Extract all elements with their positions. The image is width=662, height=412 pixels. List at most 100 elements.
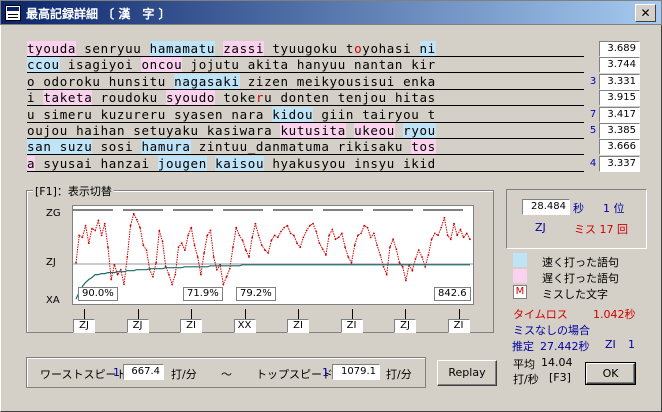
speed-point	[235, 226, 238, 229]
line-speed-value: 3.417	[599, 106, 640, 123]
text-line: a syusai hanzai jougen kaisou hyakusyou …	[27, 155, 436, 172]
y-label-top: ZG	[46, 208, 61, 219]
speed-point	[308, 224, 311, 227]
speed-point	[373, 232, 375, 235]
speed-point	[94, 229, 97, 232]
speed-point	[87, 242, 90, 245]
category-label: ZJ	[73, 319, 95, 333]
line-speed-value: 3.385	[599, 123, 640, 139]
worst-value: 667.4	[123, 364, 164, 380]
speed-point	[382, 265, 385, 268]
close-button[interactable]: ✕	[635, 4, 656, 22]
category-tick	[84, 309, 85, 319]
text-segment: hyakusyou insyu ikid	[264, 155, 436, 171]
pct-label-2: 71.9%	[183, 287, 223, 301]
speed-point	[433, 232, 436, 235]
speed-point	[81, 236, 84, 239]
avg-unit: 打/秒	[513, 373, 539, 386]
speed-point	[158, 229, 161, 232]
worst-unit: 打/分	[171, 368, 197, 381]
speed-point	[180, 242, 183, 245]
text-segment: u simeru kuzureru syasen nara	[27, 106, 273, 122]
timeloss-value: 1.042秒	[593, 308, 636, 321]
best-unit: 打/分	[386, 368, 412, 381]
speed-point	[257, 234, 260, 237]
category-label: XX	[233, 319, 256, 333]
speed-point	[385, 273, 388, 276]
speed-point	[376, 244, 378, 247]
text-line: san suzu sosi hamura zintuu_danmatuma ri…	[27, 139, 436, 155]
speed-point	[97, 219, 100, 222]
word-fast: hamamatu	[149, 41, 216, 56]
legend-slow: 遅く打った語句	[542, 272, 619, 285]
speed-point	[123, 283, 125, 286]
speed-point	[184, 249, 186, 251]
speed-point	[177, 246, 180, 249]
speed-point	[437, 234, 439, 237]
line-miss-count: 5	[589, 125, 597, 136]
speed-point	[113, 263, 116, 266]
replay-button[interactable]: Replay	[437, 360, 497, 386]
title-bar[interactable]: 最高記録詳細 〔 漢 字 〕 ✕	[0, 0, 662, 25]
line-speed-value: 3.744	[599, 57, 640, 74]
text-segment: i	[27, 90, 44, 106]
word-fast: ryou	[403, 123, 436, 138]
speed-point	[116, 273, 119, 276]
speed-point	[280, 230, 282, 233]
speed-point	[145, 249, 148, 251]
speed-point	[119, 268, 122, 271]
speed-point	[299, 246, 302, 249]
word-fast: ccou	[27, 57, 60, 73]
speed-point	[100, 234, 103, 237]
nomiss-est: 推定	[512, 340, 534, 353]
speed-point	[248, 256, 250, 258]
speed-point	[328, 234, 330, 237]
speed-point	[312, 222, 314, 225]
speed-point	[344, 246, 346, 249]
text-line: tyouda senryuu hamamatu zassi tyuugoku t…	[27, 41, 436, 57]
speed-point	[228, 267, 231, 270]
best-value: 1079.1	[332, 364, 380, 380]
speed-point	[465, 232, 468, 235]
text-line: u simeru kuzureru syasen nara kidou giin…	[27, 106, 436, 123]
speed-point	[347, 256, 350, 258]
line-miss-count: 7	[589, 108, 597, 120]
slow-swatch	[513, 269, 527, 283]
speed-point	[424, 265, 427, 268]
speed-point	[225, 275, 228, 278]
group-label[interactable]: [F1]：表示切替	[33, 183, 114, 199]
speed-point	[405, 279, 407, 282]
speed-point	[174, 273, 177, 276]
speed-point	[171, 283, 173, 286]
miss-count: ミス 17 回	[574, 223, 628, 236]
category-tick	[458, 309, 460, 319]
word-fast: kaisou	[215, 155, 265, 171]
word-fast: hamura	[141, 139, 191, 155]
word-miss: r	[255, 90, 265, 106]
ok-button[interactable]: OK	[585, 362, 636, 385]
text-segment: roudoku	[92, 90, 167, 106]
speed-point	[168, 273, 170, 276]
speed-point	[334, 238, 337, 241]
text-segment: zintuu_danmatuma rikisaku	[190, 139, 412, 155]
pct-label-4: 842.6	[434, 287, 471, 301]
category-tick	[351, 309, 353, 319]
speed-series-line	[75, 212, 471, 287]
text-segment: toke	[215, 90, 256, 106]
category-label: ZI	[340, 319, 363, 333]
line-speed-value: 3.331	[599, 73, 640, 90]
window-icon	[5, 5, 21, 21]
speed-point	[283, 226, 286, 229]
speed-point	[193, 244, 196, 247]
speed-point	[456, 234, 459, 237]
speed-point	[110, 278, 113, 281]
speed-point	[206, 234, 209, 237]
speed-point	[414, 258, 417, 260]
stats-box	[506, 189, 647, 249]
word-fast: kidou	[272, 106, 314, 122]
word-slow: tos	[411, 139, 436, 155]
tilde: 〜	[221, 368, 232, 381]
speed-point	[84, 224, 87, 227]
worst-n: 1	[113, 366, 120, 379]
avg-label: 平均	[513, 358, 535, 371]
